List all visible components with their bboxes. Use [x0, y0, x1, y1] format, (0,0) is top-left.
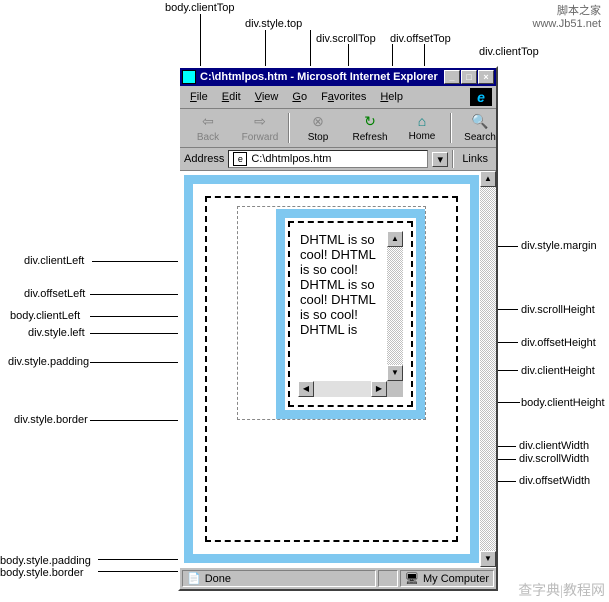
scroll-up-button[interactable]: ▲	[387, 231, 403, 247]
bottom-watermark: 查字典|教程网	[518, 580, 605, 600]
body-padding: is so cool! DHTML is so cool! DHTML is s…	[205, 196, 458, 542]
menu-file[interactable]: File	[184, 90, 214, 104]
menu-favorites[interactable]: Favorites	[315, 90, 372, 104]
div-padding: is so cool! DHTML is so cool! DHTML is s…	[288, 221, 413, 407]
label-div-scrollWidth: div.scrollWidth	[519, 453, 589, 465]
watermark-line1: 脚本之家	[533, 2, 601, 18]
watermark-line2: www.Jb51.net	[533, 18, 601, 30]
titlebar[interactable]: C:\dhtmlpos.htm - Microsoft Internet Exp…	[180, 68, 496, 86]
close-button[interactable]: ×	[478, 70, 494, 84]
watermark-block: 脚本之家 www.Jb51.net	[533, 2, 601, 30]
menu-help[interactable]: Help	[374, 90, 409, 104]
scroll-down-button[interactable]: ▼	[387, 365, 403, 381]
window-title: C:\dhtmlpos.htm - Microsoft Internet Exp…	[200, 71, 444, 83]
label-body-style-padding: body.style.padding	[0, 555, 91, 567]
scroll-corner	[387, 381, 403, 397]
label-div-offsetTop: div.offsetTop	[390, 33, 451, 45]
address-dropdown[interactable]: ▾	[432, 152, 448, 167]
home-icon: ⌂	[396, 113, 448, 129]
statusbar: 📄 Done 🖥 My Computer	[180, 567, 496, 589]
menu-go[interactable]: Go	[286, 90, 313, 104]
browser-window: C:\dhtmlpos.htm - Microsoft Internet Exp…	[178, 66, 498, 591]
forward-arrow-icon: ⇨	[234, 113, 286, 130]
refresh-button[interactable]: ↻ Refresh	[344, 111, 396, 145]
links-label[interactable]: Links	[458, 153, 492, 165]
label-body-clientHeight: body.clientHeight	[521, 397, 605, 409]
label-div-offsetLeft: div.offsetLeft	[24, 288, 85, 300]
menubar: File Edit View Go Favorites Help e	[180, 86, 496, 109]
label-div-offsetHeight: div.offsetHeight	[521, 337, 596, 349]
page-icon: e	[233, 152, 247, 166]
label-div-style-border: div.style.border	[14, 414, 88, 426]
search-button[interactable]: 🔍 Search	[454, 111, 506, 145]
label-div-clientWidth: div.clientWidth	[519, 440, 589, 452]
menu-view[interactable]: View	[249, 90, 285, 104]
scroll-right-button[interactable]: ▶	[371, 381, 387, 397]
address-value: C:\dhtmlpos.htm	[251, 153, 331, 165]
search-icon: 🔍	[454, 113, 506, 130]
div-margin: is so cool! DHTML is so cool! DHTML is s…	[237, 206, 426, 420]
maximize-button[interactable]: □	[461, 70, 477, 84]
label-div-clientLeft: div.clientLeft	[24, 255, 84, 267]
back-button[interactable]: ⇦ Back	[182, 111, 234, 145]
scroll-left-button[interactable]: ◀	[298, 381, 314, 397]
content-text: is so cool! DHTML is so cool! DHTML is s…	[300, 231, 385, 337]
body-border: is so cool! DHTML is so cool! DHTML is s…	[184, 175, 479, 563]
viewport-scroll-down[interactable]: ▼	[480, 551, 496, 567]
stop-icon: ⊗	[292, 113, 344, 130]
status-empty	[378, 570, 398, 587]
label-div-clientTop: div.clientTop	[479, 46, 539, 58]
window-controls: _ □ ×	[444, 70, 494, 84]
address-input[interactable]: e C:\dhtmlpos.htm	[228, 150, 428, 168]
address-label: Address	[184, 153, 224, 165]
minimize-button[interactable]: _	[444, 70, 460, 84]
ie-window-icon	[182, 70, 196, 84]
label-body-style-border: body.style.border	[0, 567, 84, 579]
label-div-scrollTop: div.scrollTop	[316, 33, 376, 45]
div-border: is so cool! DHTML is so cool! DHTML is s…	[276, 209, 425, 419]
div-scroll-area: is so cool! DHTML is so cool! DHTML is s…	[298, 231, 403, 397]
viewport-scrollbar[interactable]: ▲ ▼	[480, 171, 496, 567]
label-body-clientTop: body.clientTop	[165, 2, 235, 14]
home-button[interactable]: ⌂ Home	[396, 111, 448, 145]
computer-icon: 🖥	[405, 572, 419, 585]
menu-edit[interactable]: Edit	[216, 90, 247, 104]
label-div-offsetWidth: div.offsetWidth	[519, 475, 590, 487]
viewport: is so cool! DHTML is so cool! DHTML is s…	[180, 171, 496, 567]
label-body-clientLeft: body.clientLeft	[10, 310, 80, 322]
label-div-style-left: div.style.left	[28, 327, 85, 339]
refresh-icon: ↻	[344, 113, 396, 130]
stop-button[interactable]: ⊗ Stop	[292, 111, 344, 145]
status-done: 📄 Done	[182, 570, 376, 587]
addressbar: Address e C:\dhtmlpos.htm ▾ Links	[180, 148, 496, 171]
viewport-scroll-up[interactable]: ▲	[480, 171, 496, 187]
status-zone: 🖥 My Computer	[400, 570, 494, 587]
done-icon: 📄	[187, 572, 201, 585]
label-div-scrollHeight: div.scrollHeight	[521, 304, 595, 316]
label-div-clientHeight: div.clientHeight	[521, 365, 595, 377]
label-div-style-top: div.style.top	[245, 18, 302, 30]
toolbar: ⇦ Back ⇨ Forward ⊗ Stop ↻ Refresh ⌂ Home…	[180, 109, 496, 148]
label-div-style-padding: div.style.padding	[8, 356, 89, 368]
horizontal-scrollbar[interactable]: ◀ ▶	[298, 381, 387, 397]
label-div-style-margin: div.style.margin	[521, 240, 597, 252]
back-arrow-icon: ⇦	[182, 113, 234, 130]
ie-logo: e	[470, 88, 492, 106]
vertical-scrollbar[interactable]: ▲ ▼	[387, 231, 403, 381]
forward-button[interactable]: ⇨ Forward	[234, 111, 286, 145]
